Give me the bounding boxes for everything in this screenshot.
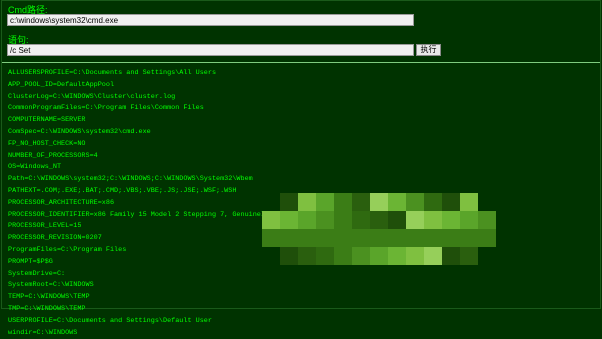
pixel-block [316,193,334,211]
pixel-block [262,211,280,229]
pixel-block [478,229,496,247]
pixel-block [424,193,442,211]
output-line: USERPROFILE=C:\Documents and Settings\De… [8,316,212,325]
output-line: SystemRoot=C:\WINDOWS [8,281,94,290]
pixel-block [262,229,280,247]
output-line: windir=C:\WINDOWS [8,328,78,337]
output-line: ClusterLog=C:\WINDOWS\Cluster\cluster.lo… [8,92,176,101]
pixel-block [424,229,442,247]
statement-input[interactable] [7,44,414,56]
pixel-block [352,229,370,247]
output-line: SystemDrive=C: [8,269,66,278]
pixel-block [460,229,478,247]
output-line: TEMP=C:\WINDOWS\TEMP [8,293,90,302]
pixel-block [352,211,370,229]
output-line: APP_POOL_ID=DefaultAppPool [8,80,115,89]
pixel-block [370,193,388,211]
pixel-block [460,247,478,265]
pixel-block [298,211,316,229]
pixel-block [406,193,424,211]
cmd-path-input[interactable] [7,14,414,26]
output-line: OS=Windows_NT [8,163,62,172]
pixel-block [334,193,352,211]
pixel-block [334,211,352,229]
output-line: ComSpec=C:\WINDOWS\system32\cmd.exe [8,127,151,136]
command-output: ALLUSERSPROFILE=C:\Documents and Setting… [8,68,281,339]
pixel-block [388,229,406,247]
pixel-block [424,211,442,229]
pixel-block [388,247,406,265]
pixel-block [478,211,496,229]
pixel-block [460,193,478,211]
pixel-block [298,193,316,211]
pixel-block [298,229,316,247]
output-line: COMPUTERNAME=SERVER [8,116,86,125]
pixel-block [370,229,388,247]
output-line: FP_NO_HOST_CHECK=NO [8,139,86,148]
pixel-block [334,229,352,247]
output-line: Path=C:\WINDOWS\system32;C:\WINDOWS;C:\W… [8,175,253,184]
pixel-block [442,247,460,265]
output-line: PROCESSOR_ARCHITECTURE=x86 [8,198,115,207]
output-line: CommonProgramFiles=C:\Program Files\Comm… [8,104,204,113]
output-line: NUMBER_OF_PROCESSORS=4 [8,151,98,160]
pixel-block [442,193,460,211]
output-line: PROMPT=$P$G [8,257,53,266]
pixel-block [388,193,406,211]
pixel-block [316,211,334,229]
pixel-block [352,247,370,265]
pixel-block [460,211,478,229]
pixel-block [334,247,352,265]
pixel-block [370,247,388,265]
pixel-block [280,247,298,265]
pixel-block [424,247,442,265]
output-line: PROCESSOR_IDENTIFIER=x86 Family 15 Model… [8,210,282,219]
pixelated-redaction [262,193,496,265]
pixel-block [280,229,298,247]
pixel-block [352,193,370,211]
pixel-block [280,211,298,229]
divider [2,62,600,63]
pixel-block [442,211,460,229]
pixel-block [280,193,298,211]
pixel-block [298,247,316,265]
output-line: PATHEXT=.COM;.EXE;.BAT;.CMD;.VBS;.VBE;.J… [8,186,237,195]
output-line: PROCESSOR_LEVEL=15 [8,222,82,231]
pixel-block [442,229,460,247]
pixel-block [316,247,334,265]
pixel-block [406,211,424,229]
pixel-block [406,247,424,265]
output-line: PROCESSOR_REVISION=0207 [8,234,102,243]
pixel-block [316,229,334,247]
pixel-block [370,211,388,229]
pixel-block [388,211,406,229]
output-line: ProgramFiles=C:\Program Files [8,245,127,254]
output-line: ALLUSERSPROFILE=C:\Documents and Setting… [8,69,217,77]
pixel-block [406,229,424,247]
execute-button[interactable]: 执行 [416,44,441,56]
